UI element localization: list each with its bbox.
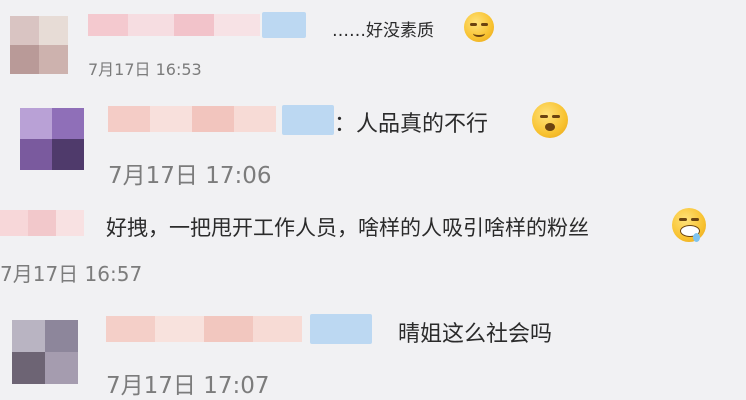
user-badge (282, 105, 334, 135)
avatar[interactable] (20, 108, 84, 170)
giggle-emoji (532, 102, 568, 138)
comment-text: ：人品真的不行 (334, 112, 489, 137)
comment-text: 好拽，一把甩开工作人员，啥样的人吸引啥样的粉丝 (106, 216, 589, 240)
comment-timestamp: 7月17日 16:57 (0, 262, 143, 286)
comment-text: 晴姐这么社会吗 (398, 322, 553, 347)
comment-item-4: 晴姐这么社会吗 7月17日 17:07 (0, 296, 746, 400)
drool-emoji (672, 208, 706, 242)
comment-item-2: ：人品真的不行 7月17日 17:06 (0, 92, 746, 192)
username-blurred[interactable] (88, 14, 260, 36)
comment-text: ……好没素质 (332, 21, 434, 41)
user-badge (262, 12, 306, 38)
comment-timestamp: 7月17日 17:06 (108, 163, 272, 189)
comment-timestamp: 7月17日 17:07 (106, 373, 270, 399)
username-blurred[interactable] (108, 106, 276, 132)
smirk-emoji (464, 12, 494, 42)
username-blurred[interactable] (0, 210, 84, 236)
comment-timestamp: 7月17日 16:53 (88, 60, 202, 79)
user-badge (310, 314, 372, 344)
avatar[interactable] (12, 320, 78, 384)
avatar[interactable] (10, 16, 68, 74)
comment-item-3: 好拽，一把甩开工作人员，啥样的人吸引啥样的粉丝 7月17日 16:57 (0, 196, 746, 292)
username-blurred[interactable] (106, 316, 302, 342)
comment-item-1: ……好没素质 7月17日 16:53 (0, 0, 746, 88)
